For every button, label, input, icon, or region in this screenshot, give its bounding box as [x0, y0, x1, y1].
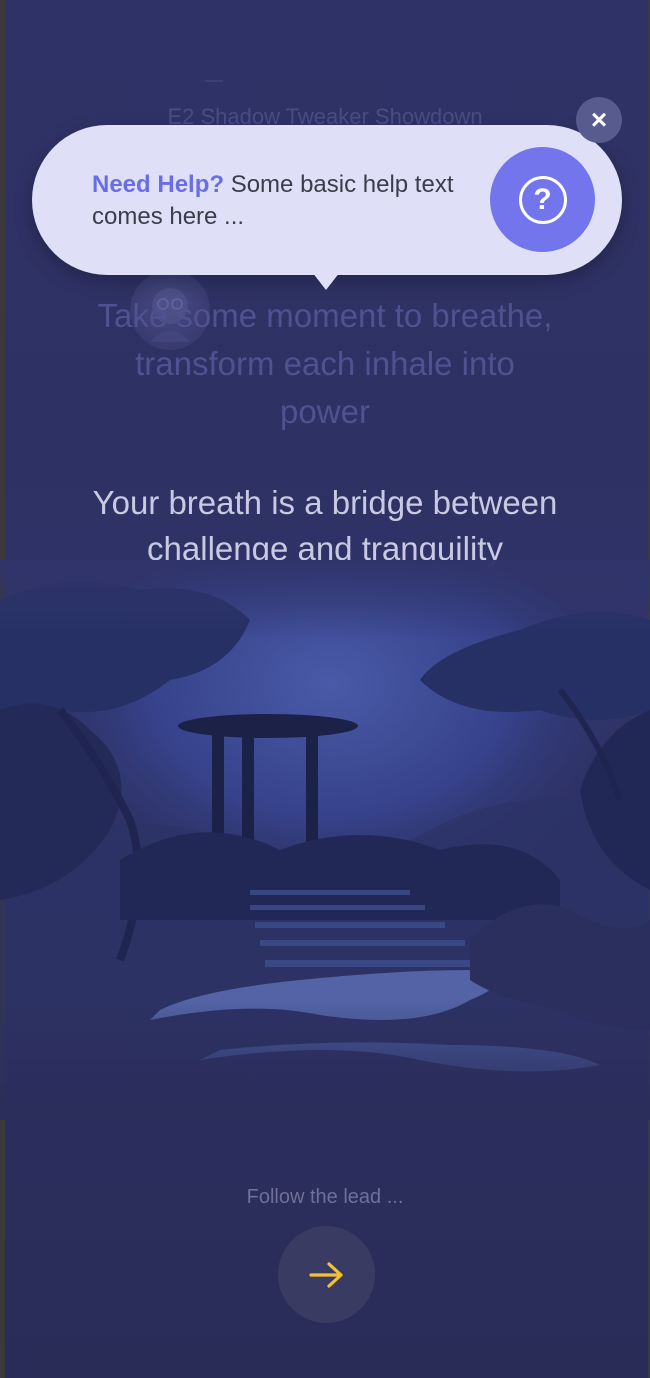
main-quote: Your breath is a bridge between challeng…	[92, 484, 558, 567]
close-tooltip-button[interactable]: ×	[576, 97, 622, 143]
garden-illustration	[0, 530, 650, 1120]
follow-the-lead-text: Follow the lead ...	[246, 1186, 404, 1208]
help-tooltip: Need Help? Some basic help text comes he…	[32, 125, 622, 275]
arrow-right-icon	[308, 1261, 343, 1288]
help-tooltip-text: Need Help? Some basic help text comes he…	[92, 169, 472, 233]
tooltip-pointer	[312, 272, 340, 290]
help-button[interactable]: ?	[490, 147, 595, 252]
breathing-screen: E2 Shadow Tweaker Showdown Take some mom…	[0, 0, 650, 1378]
help-highlight: Need Help?	[92, 171, 225, 198]
faded-divider	[205, 80, 223, 82]
faded-breathe-quote: Take some moment to breathe, transform e…	[97, 297, 553, 430]
question-icon: ?	[518, 175, 567, 224]
next-button[interactable]	[278, 1226, 375, 1323]
